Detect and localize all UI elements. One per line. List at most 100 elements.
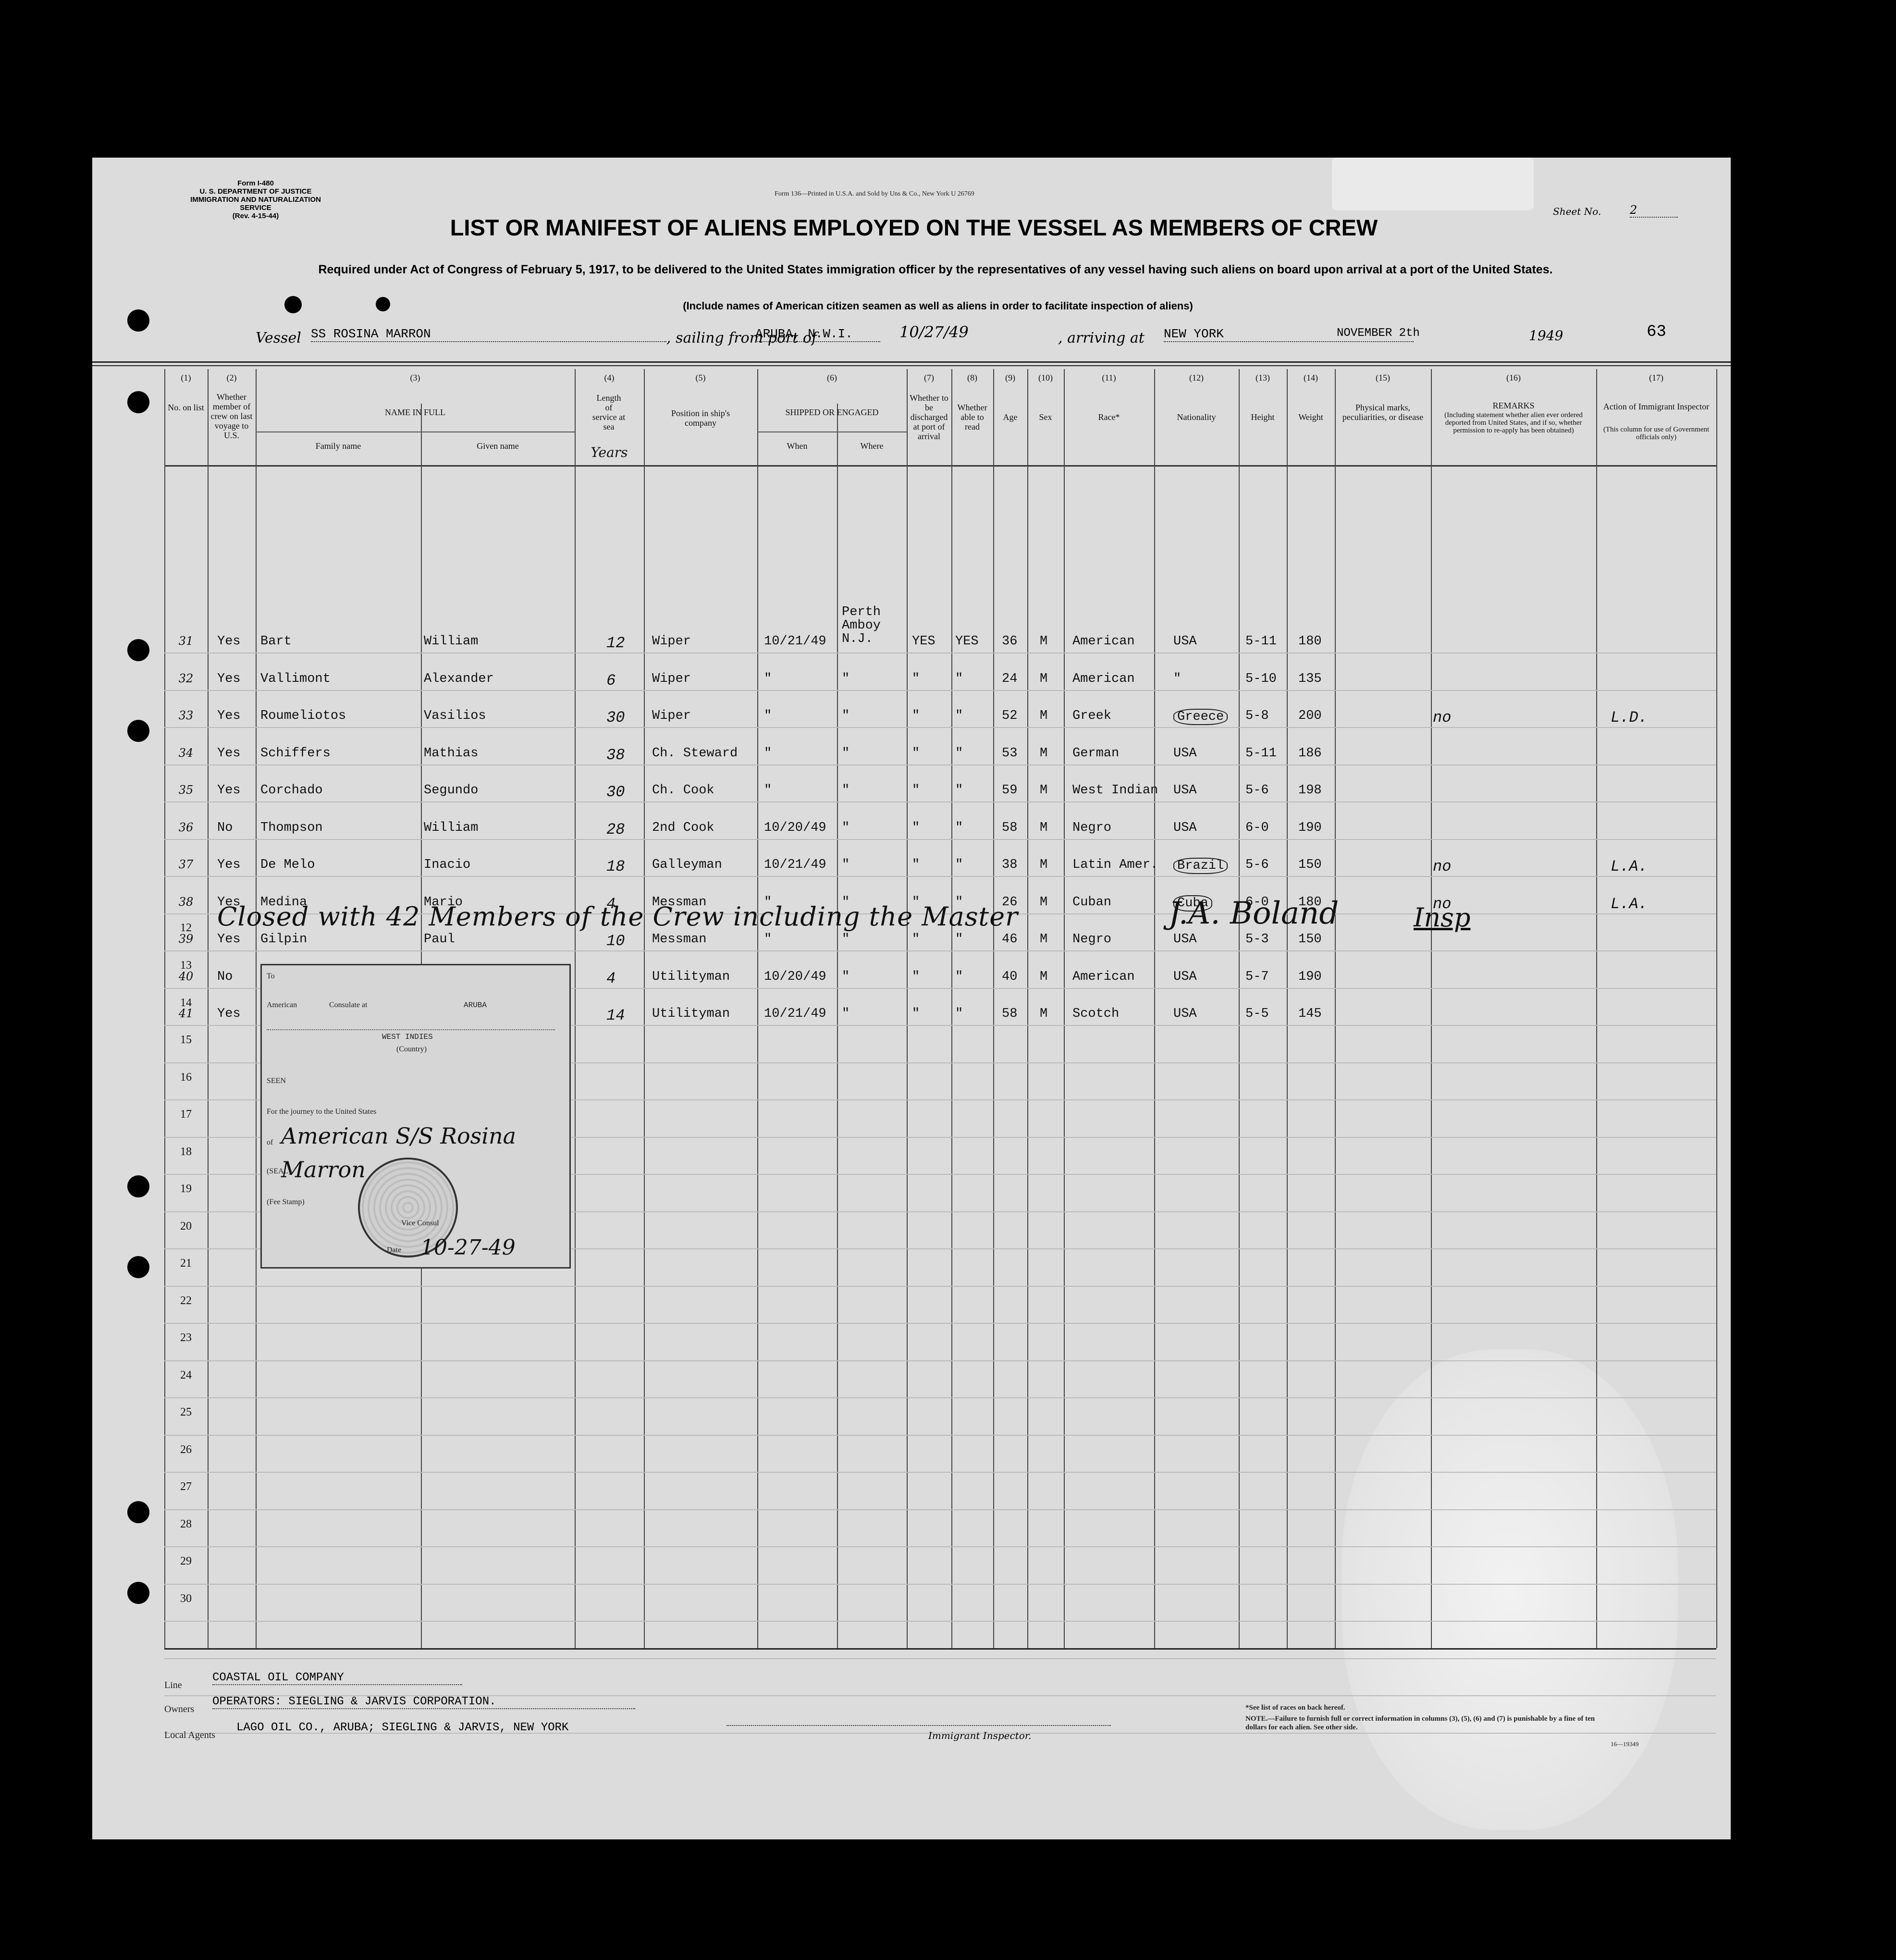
- col-line: [951, 369, 952, 1648]
- cell-weight: 200: [1298, 709, 1322, 723]
- cell-years: 28: [606, 820, 625, 838]
- col-num: (5): [695, 373, 706, 382]
- footer-agents-label: Local Agents: [164, 1730, 216, 1740]
- cell-family: Corchado: [260, 783, 323, 798]
- col-line: [208, 369, 209, 1648]
- footer-owners-label: Owners: [164, 1704, 195, 1714]
- cell-sex: M: [1040, 1007, 1048, 1021]
- row-number: 36: [178, 820, 194, 834]
- shipped-subheader-line: [757, 431, 907, 432]
- col-line: [575, 369, 576, 1648]
- cell-race: American: [1072, 671, 1135, 686]
- cell-given: Paul: [424, 932, 455, 947]
- stamp-vice-consul: Vice Consul: [401, 1219, 439, 1227]
- col-line: [907, 369, 908, 1648]
- stamp-country: WEST INDIES: [382, 1033, 433, 1041]
- col-header-physical: Physical marks, peculiarities, or diseas…: [1342, 403, 1424, 422]
- cell-read: ": [955, 783, 963, 798]
- port-value: ARUBA, N.W.I.: [755, 327, 880, 342]
- punch-hole: [127, 391, 149, 413]
- row-number: 38: [178, 895, 194, 909]
- col-header-discharged: Whether to be discharged at port of arri…: [910, 393, 948, 441]
- cell-where: Perth Amboy N.J.: [842, 605, 881, 646]
- cell-sex: M: [1040, 746, 1048, 761]
- cell-nationality: USA: [1173, 969, 1197, 984]
- cell-height: 5-11: [1245, 746, 1277, 761]
- cell-sex: M: [1040, 671, 1048, 686]
- cell-age: 53: [1002, 746, 1018, 761]
- punch-hole: [127, 309, 149, 332]
- cell-race: Latin Amer.: [1072, 858, 1158, 872]
- cell-read: ": [955, 671, 963, 686]
- row-number: 28: [180, 1518, 192, 1530]
- cell-given: Inacio: [424, 858, 471, 872]
- cell-weight: 180: [1298, 634, 1322, 649]
- stamp-date: 10-27-49: [420, 1235, 516, 1260]
- cell-years: 14: [606, 1007, 625, 1024]
- col-header-given: Given name: [477, 441, 519, 451]
- cell-where: ": [842, 932, 850, 947]
- cell-sex: M: [1040, 783, 1048, 798]
- dept-text: U. S. DEPARTMENT OF JUSTICE: [199, 187, 312, 196]
- footer-line-label: Line: [164, 1680, 182, 1690]
- col-num: (6): [827, 373, 837, 382]
- cell-height: 5-10: [1245, 671, 1277, 686]
- cell-family: Roumeliotos: [260, 709, 346, 723]
- cell-discharged: ": [912, 932, 920, 947]
- cell-position: Wiper: [652, 709, 691, 723]
- col-header-sex: Sex: [1039, 412, 1052, 422]
- vessel-value: SS ROSINA MARRON: [311, 327, 666, 342]
- row-line: [164, 1546, 1716, 1547]
- col-header-weight: Weight: [1298, 412, 1323, 422]
- col-header-crew: Whether member of crew on last voyage to…: [210, 392, 253, 440]
- cell-height: 5-5: [1245, 1007, 1269, 1021]
- cell-nationality: USA: [1173, 746, 1197, 761]
- cell-race: West Indian: [1072, 783, 1158, 798]
- cell-age: 59: [1002, 783, 1018, 798]
- cell-weight: 145: [1298, 1007, 1322, 1021]
- tape-mark: [1332, 158, 1534, 210]
- row-number: 37: [178, 858, 194, 871]
- cell-crew: Yes: [217, 858, 241, 872]
- cell-when: 10/21/49: [764, 634, 826, 649]
- cell-where: ": [842, 671, 850, 686]
- cell-where: ": [842, 746, 850, 761]
- cell-weight: 135: [1298, 671, 1322, 686]
- cell-family: Thompson: [260, 820, 323, 835]
- cell-race: Cuban: [1072, 895, 1112, 910]
- cell-where: ": [842, 709, 850, 723]
- col-header-shipped: SHIPPED OR ENGAGED: [785, 407, 879, 417]
- page-title: LIST OR MANIFEST OF ALIENS EMPLOYED ON T…: [450, 215, 1378, 240]
- col-header-age: Age: [1003, 412, 1018, 422]
- cell-action: L.A.: [1611, 858, 1648, 875]
- cell-position: Ch. Steward: [652, 746, 738, 761]
- cell-where: ": [842, 820, 850, 835]
- col-line: [993, 369, 994, 1648]
- cell-nationality: ": [1173, 671, 1182, 686]
- header-bottom-border: [164, 465, 1716, 467]
- col-header-action-note: (This column for use of Government offic…: [1603, 426, 1710, 441]
- punch-hole: [284, 296, 302, 313]
- punch-hole: [127, 720, 149, 742]
- row-number: 31: [178, 634, 194, 648]
- col-header-race: Race*: [1098, 412, 1120, 422]
- cell-action: L.A.: [1611, 895, 1648, 913]
- printer-line: Form 136—Printed in U.S.A. and Sold by U…: [775, 190, 974, 197]
- cell-weight: 190: [1298, 969, 1322, 984]
- row-number: 32: [178, 671, 194, 685]
- col-header-service: Length of service at sea: [592, 393, 626, 431]
- stamp-rule: [267, 1029, 555, 1030]
- row-number: 35: [178, 783, 194, 797]
- cell-race: German: [1072, 746, 1120, 761]
- col-line: [256, 369, 257, 1648]
- cell-read: ": [955, 969, 963, 984]
- col-line: [644, 369, 645, 1648]
- punch-hole: [127, 639, 149, 661]
- cell-height: 6-0: [1245, 820, 1269, 835]
- col-header-remarks-note: (Including statement whether alien ever …: [1444, 411, 1583, 434]
- stamp-consulate-at: Consulate at: [329, 1001, 368, 1009]
- row-number: 16: [180, 1071, 192, 1084]
- col-line: [1716, 369, 1717, 1648]
- col-line: [1431, 369, 1432, 1648]
- cell-age: 36: [1002, 634, 1018, 649]
